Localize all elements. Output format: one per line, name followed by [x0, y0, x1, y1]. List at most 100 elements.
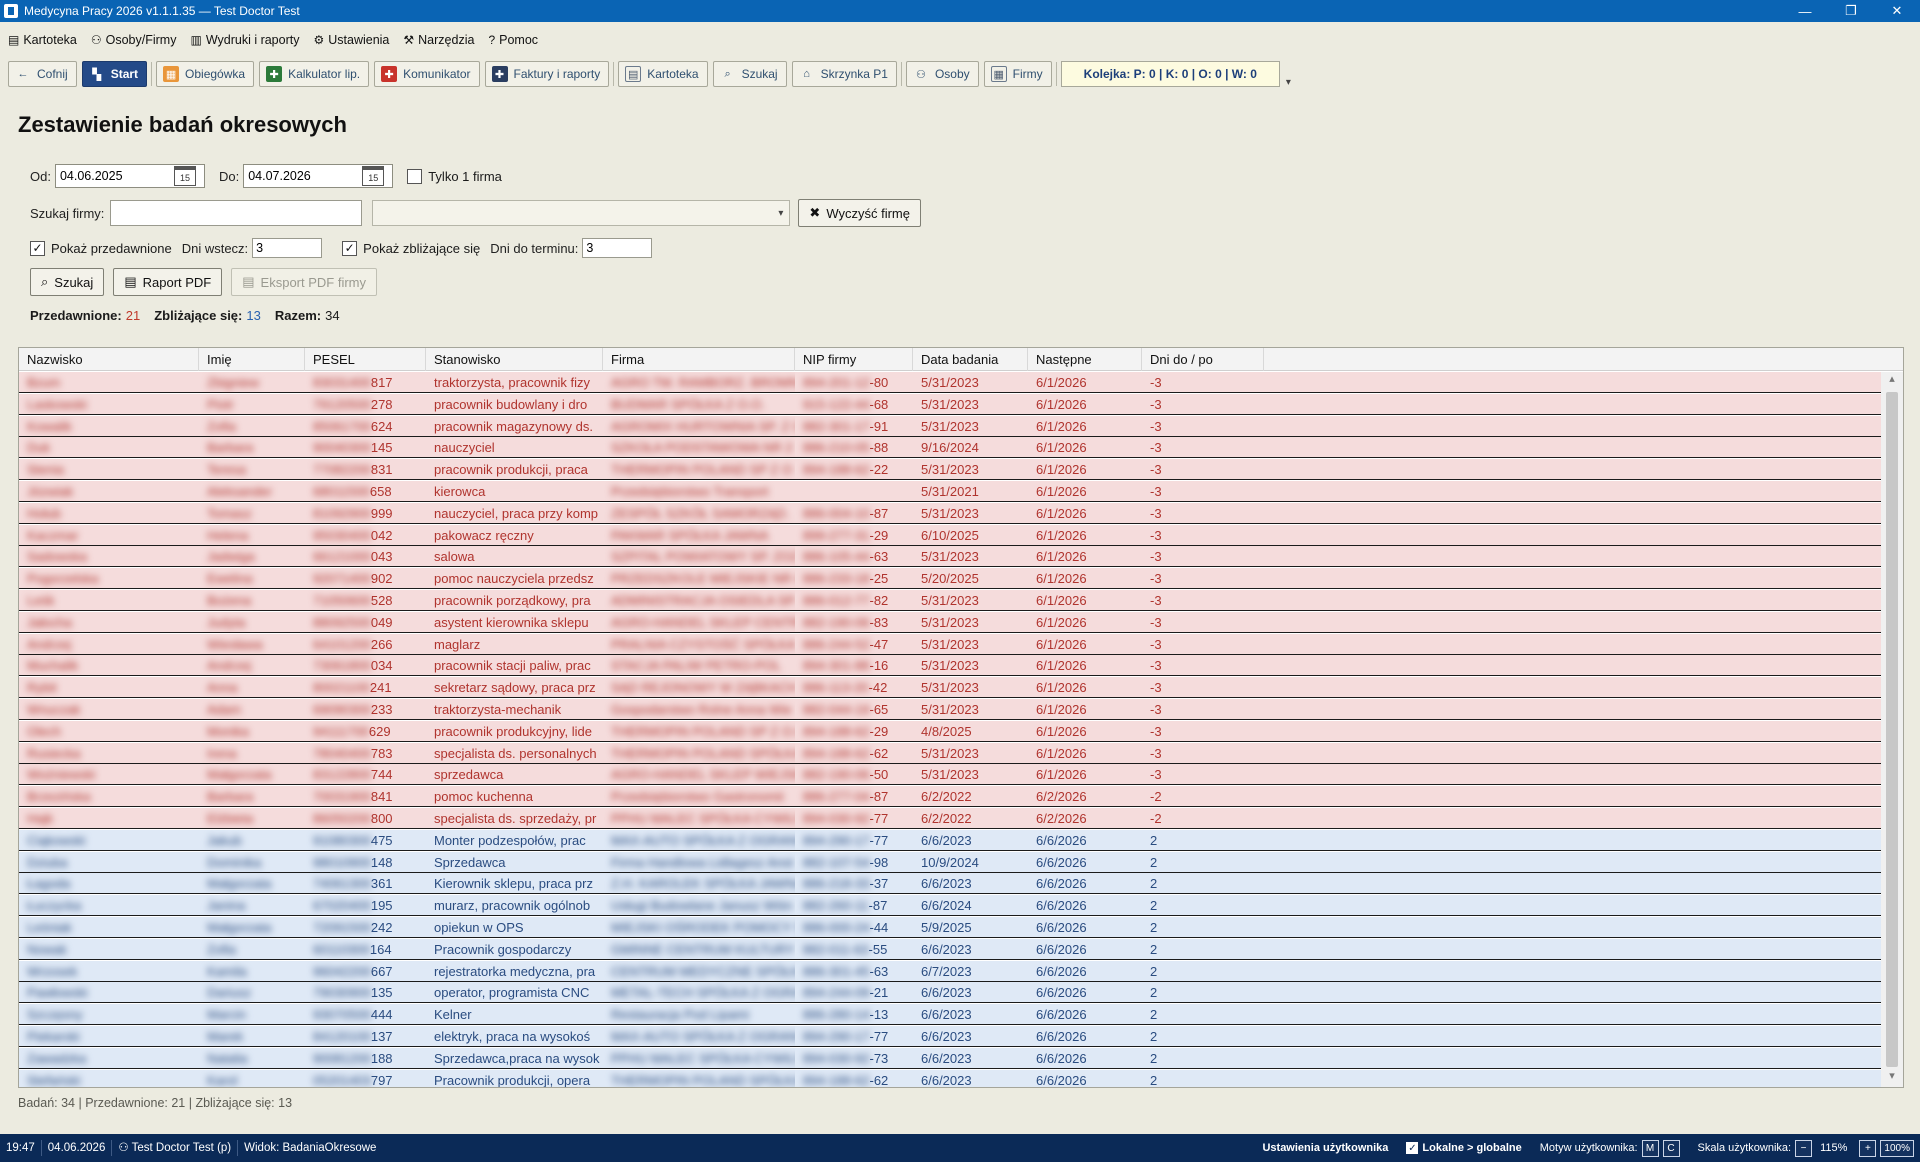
user-settings-link[interactable]: Ustawienia użytkownika — [1262, 1142, 1388, 1154]
table-row[interactable]: Hołub Tomasz 81092900999 nauczyciel, praca … — [19, 502, 1881, 524]
back-button[interactable]: ← Cofnij — [8, 61, 77, 87]
column-header-data[interactable]: Data badania — [913, 348, 1028, 371]
scrollbar-thumb[interactable] — [1886, 392, 1898, 1067]
scroll-up-icon[interactable]: ▴ — [1881, 372, 1903, 390]
dni-do-terminu-input[interactable] — [582, 238, 653, 258]
local-global-checkbox[interactable]: ✓ — [1406, 1142, 1419, 1154]
toolbar-overflow-icon[interactable]: ▾ — [1286, 77, 1296, 88]
table-row[interactable]: Dziuba Dominika 98010900148 Sprzedawca Firma… — [19, 851, 1881, 873]
cell-nastepne: 6/1/2026 — [1036, 549, 1087, 565]
od-date-input[interactable] — [55, 169, 174, 183]
clear-company-button[interactable]: ✖ Wyczyść firmę — [798, 199, 921, 227]
komunikator-button[interactable]: ✚ Komunikator — [374, 61, 480, 87]
faktury-button[interactable]: ✚ Faktury i raporty — [484, 61, 610, 87]
menu-item-1[interactable]: ⚇ Osoby/Firmy — [91, 33, 177, 47]
vertical-scrollbar[interactable]: ▴ ▾ — [1881, 372, 1903, 1087]
table-row[interactable]: Stenia Teresa 77082200831 pracownik produkc… — [19, 459, 1881, 481]
table-row[interactable]: Olech Monika 94111700629 pracownik produkcy… — [19, 720, 1881, 742]
scroll-down-icon[interactable]: ▾ — [1881, 1069, 1903, 1087]
table-row[interactable]: Bzum Zbigniew 83031400817 traktorzysta, pra… — [19, 372, 1881, 393]
minimize-button[interactable]: — — [1782, 0, 1828, 22]
table-row[interactable]: Brzezińska Barbara 70031900841 pomoc kuchen… — [19, 786, 1881, 808]
table-row[interactable]: Łagoda Małgorzata 74061300361 Kierownik skl… — [19, 873, 1881, 895]
table-row[interactable]: Sadowska Jadwiga 66121000043 salowa SZPITAL … — [19, 546, 1881, 568]
table-row[interactable]: Kowalik Zofia 85061700624 pracownik magazyn… — [19, 415, 1881, 437]
kartoteka-button[interactable]: ▤ Kartoteka — [618, 61, 708, 87]
table-row[interactable]: Wrzosek Kamila 96042200667 rejestratorka me… — [19, 960, 1881, 982]
table-row[interactable]: Stefański Karol 05201403797 Pracownik produ… — [19, 1069, 1881, 1087]
company-search-input[interactable] — [110, 200, 363, 226]
do-date-input[interactable] — [244, 169, 363, 183]
do-date-picker[interactable]: 15 — [243, 164, 394, 188]
table-row[interactable]: Rybit Anna 80021100241 sekretarz sądowy, pr… — [19, 677, 1881, 699]
masked-nazwisko: Bzum — [27, 375, 61, 390]
column-header-nastepne[interactable]: Następne — [1028, 348, 1142, 371]
menu-item-0[interactable]: ▤ Kartoteka — [8, 33, 77, 47]
table-row[interactable]: Woźniewski Małgorzata 83122800744 sprzedawc… — [19, 764, 1881, 786]
table-row[interactable]: Kaczmar Helena 95030400042 pakowacz ręczny P… — [19, 524, 1881, 546]
scale-minus-button[interactable]: − — [1795, 1139, 1813, 1157]
firmy-button[interactable]: ▦ Firmy — [983, 61, 1052, 87]
table-row[interactable]: Leśniak Małgorzata 72091500242 opiekun w OP… — [19, 917, 1881, 938]
scale-plus-button[interactable]: + — [1859, 1139, 1877, 1157]
menu-item-2[interactable]: ▥ Wydruki i raporty — [190, 33, 299, 47]
column-header-dni[interactable]: Dni do / po — [1142, 348, 1264, 371]
visible-pesel-suffix: 667 — [370, 963, 393, 979]
column-header-stanowisko[interactable]: Stanowisko — [426, 348, 603, 371]
column-header-firma[interactable]: Firma — [603, 348, 795, 371]
table-row[interactable]: Andrzej Wiesława 64101200266 maglarz PRALNIA… — [19, 633, 1881, 655]
pokaz-przedawnione-checkbox[interactable]: ✓ — [30, 240, 45, 256]
table-row[interactable]: Jałocha Judyta 88092500049 asystent kierown… — [19, 611, 1881, 633]
column-header-nazwisko[interactable]: Nazwisko — [19, 348, 199, 371]
skrzynka-button[interactable]: ⌂ Skrzynka P1 — [791, 61, 897, 87]
od-date-picker[interactable]: 15 — [54, 164, 205, 188]
table-row[interactable]: Pogorzelska Ewelina 92071400902 pomoc naucz… — [19, 568, 1881, 590]
cell-nazwisko: Wrzosek — [19, 961, 199, 982]
table-row[interactable]: Leśk Bożena 71050600528 pracownik porządkow… — [19, 590, 1881, 611]
scale-reset-button[interactable]: 100% — [1880, 1139, 1914, 1157]
calendar-icon[interactable]: 15 — [173, 166, 196, 186]
obiegowka-button[interactable]: ▦ Obiegówka — [156, 61, 255, 87]
masked-nip-prefix: 886-105-44 — [803, 549, 870, 565]
table-row[interactable]: Wnuczak Adam 69090300233 traktorzysta-mecha… — [19, 699, 1881, 720]
table-row[interactable]: Ciąkowski Jakub 91080300475 Monter podzespo… — [19, 829, 1881, 851]
table-row[interactable]: Laskowski Piotr 79120500278 pracownik budow… — [19, 393, 1881, 415]
export-pdf-company-button[interactable]: ▤ Eksport PDF firmy — [231, 268, 378, 296]
start-button[interactable]: ▚ Start — [81, 61, 148, 87]
theme-m-button[interactable]: M — [1641, 1139, 1659, 1157]
table-row[interactable]: Rusiecka Irena 78040400783 specjalista ds. … — [19, 742, 1881, 764]
cell-nip: 886-012-77-82 — [795, 590, 913, 611]
table-row[interactable]: Pawłowski Dariusz 79030900135 operator, pro… — [19, 982, 1881, 1004]
close-button[interactable]: ✕ — [1874, 0, 1920, 22]
visible-pesel-suffix: 528 — [370, 593, 393, 608]
table-row[interactable]: Muchalik Andrzej 73061800034 pracownik stac… — [19, 655, 1881, 677]
table-row[interactable]: Piekarski Marek 84120100137 elektryk, praca… — [19, 1026, 1881, 1047]
table-row[interactable]: Zawadzka Natalia 90081200188 Sprzedawca,pra… — [19, 1047, 1881, 1069]
table-row[interactable]: Józwiak Aleksander 68011500658 kierowca Prze… — [19, 481, 1881, 502]
theme-c-button[interactable]: C — [1662, 1139, 1680, 1157]
osoby-button[interactable]: ⚇ Osoby — [905, 61, 979, 87]
company-select[interactable]: ▾ — [372, 200, 791, 226]
menu-item-3[interactable]: ⚙ Ustawienia — [313, 33, 389, 47]
szukaj-toolbar-button[interactable]: ⌕ Szukaj — [712, 61, 787, 87]
dni-wstecz-input[interactable] — [252, 238, 323, 258]
column-header-imie[interactable]: Imię — [199, 348, 305, 371]
search-button[interactable]: ⌕ Szukaj — [30, 268, 105, 296]
visible-nip-suffix: -77 — [869, 811, 889, 826]
cell-pesel: 05201403797 — [305, 1070, 426, 1087]
pdf-report-button[interactable]: ▤ Raport PDF — [113, 268, 223, 296]
restore-button[interactable]: ❐ — [1828, 0, 1874, 22]
column-header-pesel[interactable]: PESEL — [305, 348, 426, 371]
menu-item-5[interactable]: ? Pomoc — [488, 33, 538, 47]
tylko-firma-checkbox[interactable] — [407, 168, 423, 184]
pokaz-zblizajace-checkbox[interactable]: ✓ — [342, 240, 358, 256]
table-row[interactable]: Łuczycka Janina 67020400195 murarz, pracown… — [19, 895, 1881, 917]
menu-item-4[interactable]: ⚒ Narzędzia — [403, 33, 474, 47]
kalkulator-button[interactable]: ✚ Kalkulator lip. — [259, 61, 370, 87]
column-header-nip[interactable]: NIP firmy — [795, 348, 913, 371]
table-row[interactable]: Duk Barbara 90040300145 nauczyciel SZKOŁA PO… — [19, 437, 1881, 459]
table-row[interactable]: Hajk Elżbieta 86050200800 specjalista ds. s… — [19, 808, 1881, 829]
calendar-icon[interactable]: 15 — [362, 166, 385, 186]
table-row[interactable]: Nowak Zofia 60110300164 Pracownik gospodarc… — [19, 938, 1881, 960]
table-row[interactable]: Szczęsny Marcin 93070500444 Kelner Restaurac… — [19, 1004, 1881, 1026]
